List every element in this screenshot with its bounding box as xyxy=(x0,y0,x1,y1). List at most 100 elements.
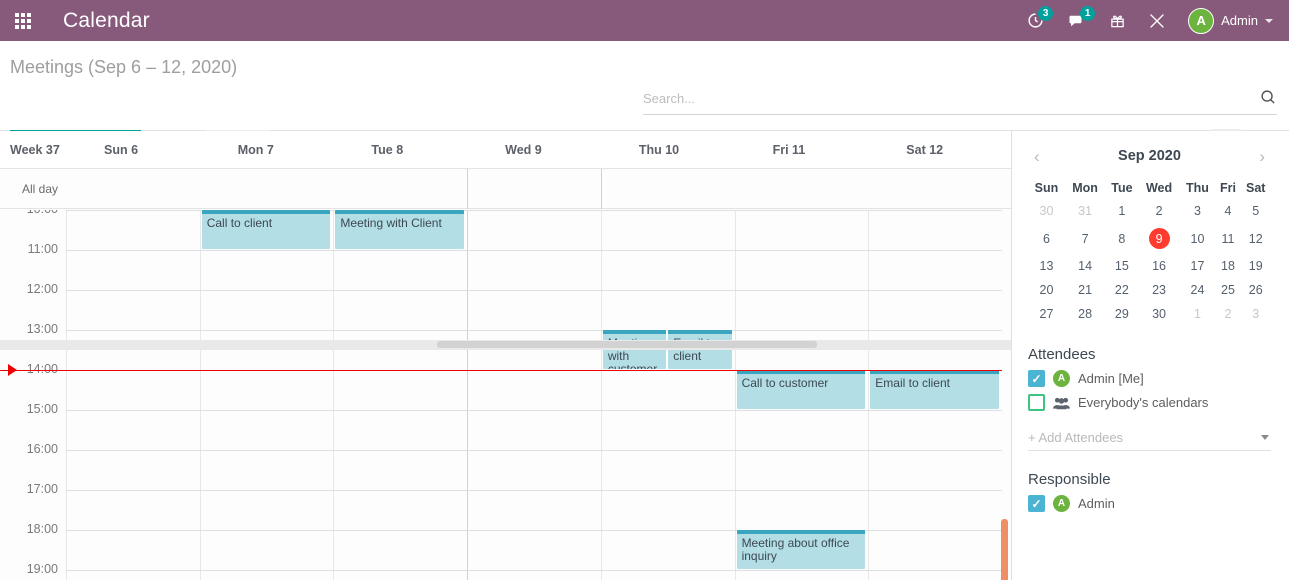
app-title[interactable]: Calendar xyxy=(63,9,150,33)
attendee-checkbox[interactable]: ✓ xyxy=(1028,495,1045,512)
calendar-event[interactable]: Meeting with Client xyxy=(335,210,464,249)
attendee-checkbox[interactable] xyxy=(1028,394,1045,411)
mini-cal-day[interactable]: 5 xyxy=(1240,199,1271,223)
time-grid[interactable]: 10:0011:0012:0013:0014:0015:0016:0017:00… xyxy=(0,210,1011,580)
mini-cal-day[interactable]: 28 xyxy=(1065,302,1105,326)
day-header-thu-10[interactable]: Thu 10 xyxy=(639,131,679,169)
mini-cal-day[interactable]: 2 xyxy=(1139,199,1180,223)
mini-cal-day-today[interactable]: 9 xyxy=(1139,223,1180,254)
mini-cal-day[interactable]: 16 xyxy=(1139,254,1180,278)
chevron-left-icon[interactable]: ‹ xyxy=(1028,148,1046,165)
mini-cal-day[interactable]: 2 xyxy=(1215,302,1240,326)
mini-cal-day[interactable]: 3 xyxy=(1240,302,1271,326)
mini-cal-day[interactable]: 17 xyxy=(1180,254,1216,278)
hour-label: 12:00 xyxy=(10,282,58,296)
event-title: Meeting about office inquiry xyxy=(737,534,866,563)
mini-cal-day[interactable]: 30 xyxy=(1139,302,1180,326)
hour-gridline xyxy=(66,290,1002,291)
calendar-event[interactable]: Call to customer xyxy=(737,370,866,409)
mini-cal-day[interactable]: 19 xyxy=(1240,254,1271,278)
chevron-down-icon xyxy=(1265,19,1273,23)
mini-cal-day[interactable]: 20 xyxy=(1028,278,1065,302)
hour-label: 10:00 xyxy=(10,210,58,216)
mini-cal-day[interactable]: 14 xyxy=(1065,254,1105,278)
mini-cal-day[interactable]: 3 xyxy=(1180,199,1216,223)
mini-calendar-header: ‹ Sep 2020 › xyxy=(1028,141,1271,171)
mini-cal-day[interactable]: 31 xyxy=(1065,199,1105,223)
search-icon[interactable] xyxy=(1260,89,1277,106)
mini-cal-day[interactable]: 1 xyxy=(1180,302,1216,326)
vertical-scrollbar-thumb[interactable] xyxy=(1001,519,1008,580)
mini-cal-day[interactable]: 4 xyxy=(1215,199,1240,223)
add-attendees-field[interactable] xyxy=(1028,425,1271,451)
event-title: Meeting with Client xyxy=(335,214,464,230)
mini-cal-week-row: 13141516171819 xyxy=(1028,254,1271,278)
attendee-checkbox[interactable]: ✓ xyxy=(1028,370,1045,387)
chevron-down-icon[interactable] xyxy=(1261,435,1269,440)
mini-cal-day[interactable]: 21 xyxy=(1065,278,1105,302)
attendee-label: Admin xyxy=(1078,496,1115,511)
mini-cal-day[interactable]: 8 xyxy=(1105,223,1138,254)
hour-label: 17:00 xyxy=(10,482,58,496)
mini-cal-day[interactable]: 12 xyxy=(1240,223,1271,254)
apps-grid-icon[interactable] xyxy=(0,0,46,41)
responsible-list: ✓ A Admin xyxy=(1028,495,1271,512)
mini-cal-day[interactable]: 23 xyxy=(1139,278,1180,302)
event-title: Call to client xyxy=(202,214,331,230)
people-icon xyxy=(1053,396,1070,410)
avatar: A xyxy=(1053,370,1070,387)
chevron-right-icon[interactable]: › xyxy=(1253,148,1271,165)
mini-cal-day[interactable]: 10 xyxy=(1180,223,1216,254)
user-menu[interactable]: A Admin xyxy=(1178,8,1277,34)
column-divider xyxy=(735,210,736,580)
mini-cal-day[interactable]: 7 xyxy=(1065,223,1105,254)
mini-cal-day[interactable]: 15 xyxy=(1105,254,1138,278)
mini-cal-day[interactable]: 30 xyxy=(1028,199,1065,223)
mini-cal-day[interactable]: 13 xyxy=(1028,254,1065,278)
mini-cal-weekday: Fri xyxy=(1215,177,1240,199)
systray: 3 1 A Admin xyxy=(1016,0,1289,41)
day-header-fri-11[interactable]: Fri 11 xyxy=(773,131,806,169)
hour-label: 15:00 xyxy=(10,402,58,416)
day-header-sat-12[interactable]: Sat 12 xyxy=(906,131,943,169)
all-day-label: All day xyxy=(22,182,58,196)
horizontal-scrollbar-thumb[interactable] xyxy=(437,341,817,348)
mini-cal-day[interactable]: 18 xyxy=(1215,254,1240,278)
gift-icon[interactable] xyxy=(1099,0,1136,41)
calendar-event[interactable]: Email to client xyxy=(870,370,999,409)
attendee-label: Admin [Me] xyxy=(1078,371,1144,386)
attendee-row[interactable]: Everybody's calendars xyxy=(1028,394,1271,411)
hour-label: 14:00 xyxy=(10,362,58,376)
mini-cal-day[interactable]: 6 xyxy=(1028,223,1065,254)
all-day-row[interactable]: All day xyxy=(0,169,1011,209)
search-input[interactable] xyxy=(643,89,1243,108)
calendar-event[interactable]: Call to client xyxy=(202,210,331,249)
mini-cal-day[interactable]: 27 xyxy=(1028,302,1065,326)
attendee-row[interactable]: ✓ A Admin xyxy=(1028,495,1271,512)
mini-cal-day[interactable]: 29 xyxy=(1105,302,1138,326)
mini-cal-day[interactable]: 1 xyxy=(1105,199,1138,223)
mini-cal-day[interactable]: 26 xyxy=(1240,278,1271,302)
calendar-event[interactable]: Meeting about office inquiry xyxy=(737,530,866,569)
mini-cal-day[interactable]: 24 xyxy=(1180,278,1216,302)
attendee-row[interactable]: ✓ A Admin [Me] xyxy=(1028,370,1271,387)
day-header-mon-7[interactable]: Mon 7 xyxy=(238,131,274,169)
day-header-sun-6[interactable]: Sun 6 xyxy=(104,131,138,169)
messages-chat-icon[interactable]: 1 xyxy=(1057,0,1097,41)
tools-wrench-icon[interactable] xyxy=(1138,0,1176,41)
mini-cal-day[interactable]: 25 xyxy=(1215,278,1240,302)
horizontal-scrollbar[interactable] xyxy=(0,340,1011,350)
day-header-tue-8[interactable]: Tue 8 xyxy=(371,131,403,169)
day-header-wed-9[interactable]: Wed 9 xyxy=(505,131,542,169)
mini-cal-weekday: Thu xyxy=(1180,177,1216,199)
add-attendees-input[interactable] xyxy=(1028,430,1252,445)
breadcrumb: Meetings (Sep 6 – 12, 2020) xyxy=(10,57,237,78)
event-title: Email to client xyxy=(870,374,999,390)
avatar: A xyxy=(1053,495,1070,512)
mini-cal-day[interactable]: 22 xyxy=(1105,278,1138,302)
mini-cal-day[interactable]: 11 xyxy=(1215,223,1240,254)
calendar-view: Week 37Sun 6Mon 7Tue 8Wed 9Thu 10Fri 11S… xyxy=(0,131,1011,580)
activities-clock-icon[interactable]: 3 xyxy=(1016,0,1055,41)
hour-label: 13:00 xyxy=(10,322,58,336)
hour-label: 11:00 xyxy=(10,242,58,256)
